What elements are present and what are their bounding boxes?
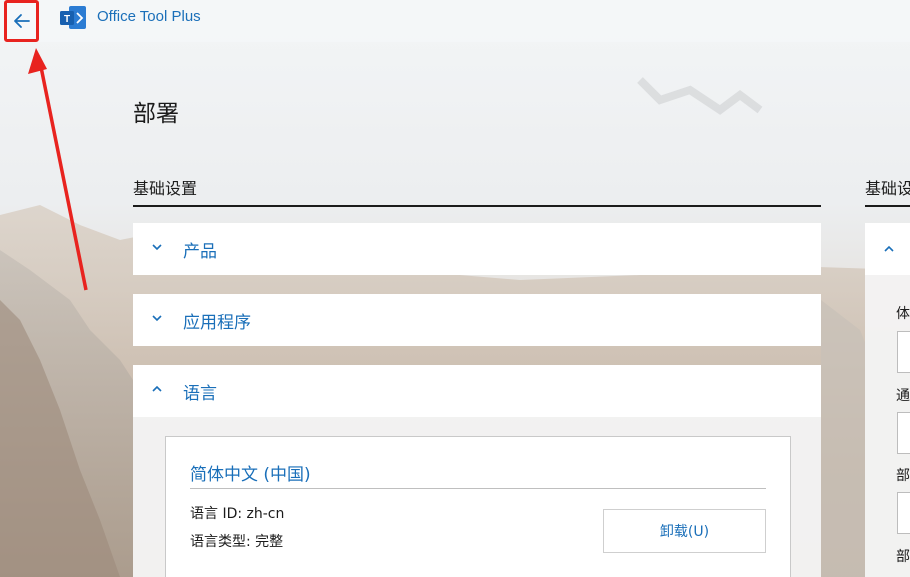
right-field-label: 部 xyxy=(896,468,910,484)
accordion-language-label: 语言 xyxy=(183,384,217,404)
language-id: 语言 ID: zh-cn xyxy=(190,506,285,522)
right-field-input[interactable] xyxy=(897,412,910,454)
accordion-applications[interactable]: 应用程序 xyxy=(133,294,821,346)
language-type: 语言类型: 完整 xyxy=(190,534,284,550)
language-name: 简体中文 (中国) xyxy=(190,465,311,485)
right-settings-header: 基础设 xyxy=(865,175,910,207)
right-accordion[interactable] xyxy=(865,223,910,275)
language-panel: 简体中文 (中国) 语言 ID: zh-cn 语言类型: 完整 卸载(U) xyxy=(133,417,821,577)
accordion-products[interactable]: 产品 xyxy=(133,223,821,275)
right-field-input[interactable] xyxy=(897,492,910,534)
right-field-label: 体 xyxy=(896,306,910,322)
divider xyxy=(190,488,766,489)
right-settings-column: 基础设 体 通 部 部 xyxy=(865,0,910,577)
basic-settings-header: 基础设置 xyxy=(133,175,821,207)
svg-text:T: T xyxy=(64,14,70,25)
right-settings-panel: 体 通 部 部 xyxy=(865,223,910,577)
accordion-products-label: 产品 xyxy=(183,242,217,262)
uninstall-button[interactable]: 卸载(U) xyxy=(603,509,766,553)
office-tool-plus-logo-icon: T xyxy=(60,6,86,29)
language-card: 简体中文 (中国) 语言 ID: zh-cn 语言类型: 完整 卸载(U) xyxy=(165,436,791,577)
chevron-down-icon xyxy=(152,315,162,322)
chevron-down-icon xyxy=(152,244,162,251)
right-field-input[interactable] xyxy=(897,331,910,373)
accordion-language[interactable]: 语言 xyxy=(133,365,821,417)
page-title: 部署 xyxy=(133,101,179,127)
right-field-label: 部 xyxy=(896,549,910,565)
title-bar: T Office Tool Plus xyxy=(0,0,910,42)
app-title: Office Tool Plus xyxy=(97,8,201,25)
chevron-up-icon xyxy=(152,385,162,392)
chevron-up-icon xyxy=(884,245,894,252)
right-field-label: 通 xyxy=(896,388,910,404)
accordion-applications-label: 应用程序 xyxy=(183,313,251,333)
back-arrow-icon xyxy=(13,14,30,28)
back-button[interactable] xyxy=(4,0,39,42)
